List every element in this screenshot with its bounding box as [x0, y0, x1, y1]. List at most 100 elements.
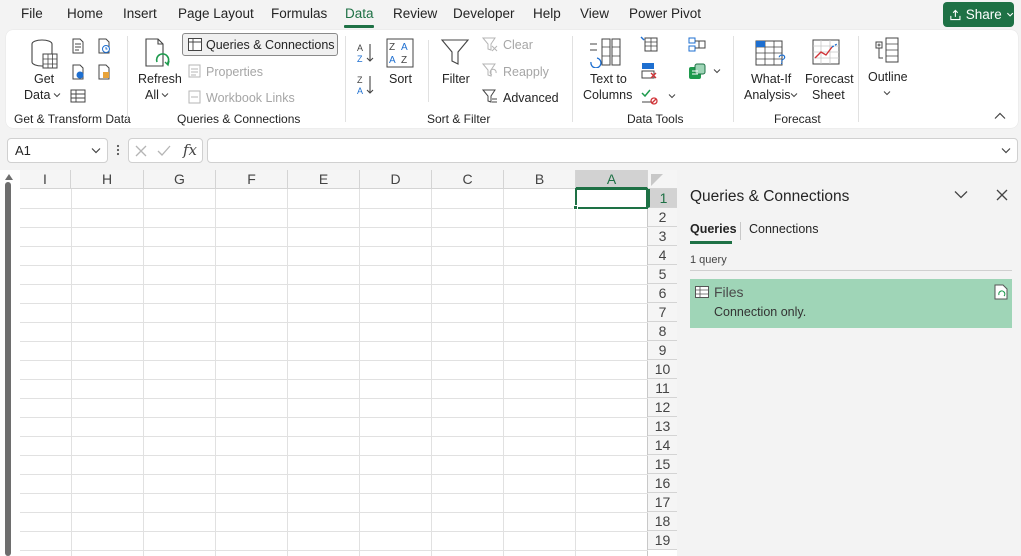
- pane-options-icon[interactable]: [954, 190, 968, 199]
- recent-sources-icon[interactable]: [96, 38, 112, 54]
- close-icon[interactable]: [996, 189, 1008, 201]
- forecast-sheet-label-2: Sheet: [812, 88, 845, 102]
- relationships-icon[interactable]: [688, 63, 708, 81]
- formula-input[interactable]: [207, 138, 1018, 163]
- refresh-label-1: Refresh: [138, 72, 182, 86]
- collapse-ribbon-icon[interactable]: [994, 112, 1006, 120]
- tab-queries[interactable]: Queries: [690, 222, 737, 236]
- tab-connections[interactable]: Connections: [749, 222, 819, 236]
- grid-line: [20, 436, 648, 437]
- row-header-17[interactable]: 17: [648, 493, 677, 512]
- chevron-down-icon[interactable]: [668, 93, 676, 99]
- row-header-9[interactable]: 9: [648, 341, 677, 360]
- grid-line: [20, 379, 648, 380]
- expand-formula-bar-icon[interactable]: [1001, 147, 1011, 154]
- scroll-up-icon[interactable]: [5, 174, 13, 180]
- grid-line: [20, 284, 648, 285]
- row-header-19[interactable]: 19: [648, 531, 677, 550]
- row-header-18[interactable]: 18: [648, 512, 677, 531]
- chevron-down-icon[interactable]: [713, 68, 721, 74]
- group-label-forecast: Forecast: [774, 112, 821, 126]
- row-header-13[interactable]: 13: [648, 417, 677, 436]
- insert-function-icon[interactable]: fx: [183, 141, 197, 159]
- enter-icon[interactable]: [157, 145, 171, 157]
- select-all-corner[interactable]: [648, 170, 677, 189]
- query-name: Files: [714, 284, 744, 300]
- row-header-7[interactable]: 7: [648, 303, 677, 322]
- menu-page-layout[interactable]: Page Layout: [178, 6, 254, 21]
- fill-handle[interactable]: [573, 205, 578, 210]
- sort-a-z-icon[interactable]: AZ: [357, 42, 375, 64]
- row-header-15[interactable]: 15: [648, 455, 677, 474]
- advanced-label[interactable]: Advanced: [503, 91, 559, 105]
- menu-insert[interactable]: Insert: [123, 6, 157, 21]
- row-header-5[interactable]: 5: [648, 265, 677, 284]
- share-button[interactable]: Share: [943, 2, 1014, 27]
- column-header-g[interactable]: G: [144, 170, 216, 189]
- data-validation-icon[interactable]: [640, 88, 658, 106]
- row-header-14[interactable]: 14: [648, 436, 677, 455]
- row-header-2[interactable]: 2: [648, 208, 677, 227]
- name-box[interactable]: A1: [7, 138, 108, 163]
- menu-review[interactable]: Review: [393, 6, 437, 21]
- row-header-11[interactable]: 11: [648, 379, 677, 398]
- svg-text:Z: Z: [357, 54, 363, 64]
- menu-view[interactable]: View: [580, 6, 609, 21]
- row-header-12[interactable]: 12: [648, 398, 677, 417]
- row-header-10[interactable]: 10: [648, 360, 677, 379]
- row-header-1[interactable]: 1: [648, 189, 677, 208]
- more-options-icon[interactable]: [116, 143, 120, 157]
- ribbon: Get Data Get & Transform Data Refresh Al…: [6, 30, 1018, 128]
- refresh-label-2: All: [145, 88, 159, 102]
- column-header-d[interactable]: D: [360, 170, 432, 189]
- from-table-icon[interactable]: [70, 88, 86, 104]
- row-header-3[interactable]: 3: [648, 227, 677, 246]
- vertical-scrollbar[interactable]: [5, 182, 11, 556]
- remove-duplicates-icon[interactable]: [640, 62, 658, 80]
- advanced-filter-icon[interactable]: [482, 89, 498, 104]
- row-header-4[interactable]: 4: [648, 246, 677, 265]
- menu-formulas[interactable]: Formulas: [271, 6, 327, 21]
- chevron-down-icon: [161, 93, 169, 98]
- active-cell-a1[interactable]: [575, 188, 648, 209]
- from-text-icon[interactable]: [70, 38, 86, 54]
- menu-file[interactable]: File: [21, 6, 43, 21]
- group-separator: [127, 36, 128, 122]
- queries-connections-button[interactable]: Queries & Connections: [182, 33, 338, 56]
- menu-developer[interactable]: Developer: [453, 6, 515, 21]
- menu-home[interactable]: Home: [67, 6, 103, 21]
- outline-icon: [875, 37, 899, 63]
- column-header-f[interactable]: F: [216, 170, 288, 189]
- grid-line: [20, 265, 648, 266]
- column-header-e[interactable]: E: [288, 170, 360, 189]
- reapply-icon: [482, 63, 497, 77]
- column-header-i[interactable]: I: [20, 170, 71, 189]
- row-header-8[interactable]: 8: [648, 322, 677, 341]
- queries-icon: [188, 38, 202, 51]
- from-web-icon[interactable]: [70, 64, 86, 80]
- what-if-label-2: Analysis: [744, 88, 791, 102]
- grid-line: [215, 189, 216, 556]
- queries-connections-pane: Queries & Connections Queries Connection…: [678, 170, 1021, 556]
- row-header-16[interactable]: 16: [648, 474, 677, 493]
- pane-title: Queries & Connections: [690, 188, 850, 205]
- consolidate-icon[interactable]: [688, 37, 706, 52]
- flash-fill-icon[interactable]: [640, 36, 658, 52]
- group-label-get-transform: Get & Transform Data: [14, 112, 131, 126]
- menu-power-pivot[interactable]: Power Pivot: [629, 6, 701, 21]
- existing-connections-icon[interactable]: [96, 64, 112, 80]
- sort-z-a-icon[interactable]: ZA: [357, 74, 375, 96]
- group-label-queries-connections: Queries & Connections: [177, 112, 301, 126]
- query-item-files[interactable]: Files Connection only.: [690, 279, 1012, 328]
- column-header-c[interactable]: C: [432, 170, 504, 189]
- menu-help[interactable]: Help: [533, 6, 561, 21]
- column-header-b[interactable]: B: [504, 170, 576, 189]
- menu-data[interactable]: Data: [345, 6, 374, 21]
- what-if-icon: ?: [755, 40, 786, 67]
- column-header-h[interactable]: H: [71, 170, 144, 189]
- cancel-icon[interactable]: [135, 145, 147, 157]
- column-header-a[interactable]: A: [576, 170, 648, 189]
- divider: [428, 40, 429, 102]
- row-header-6[interactable]: 6: [648, 284, 677, 303]
- query-refresh-icon[interactable]: [994, 284, 1008, 300]
